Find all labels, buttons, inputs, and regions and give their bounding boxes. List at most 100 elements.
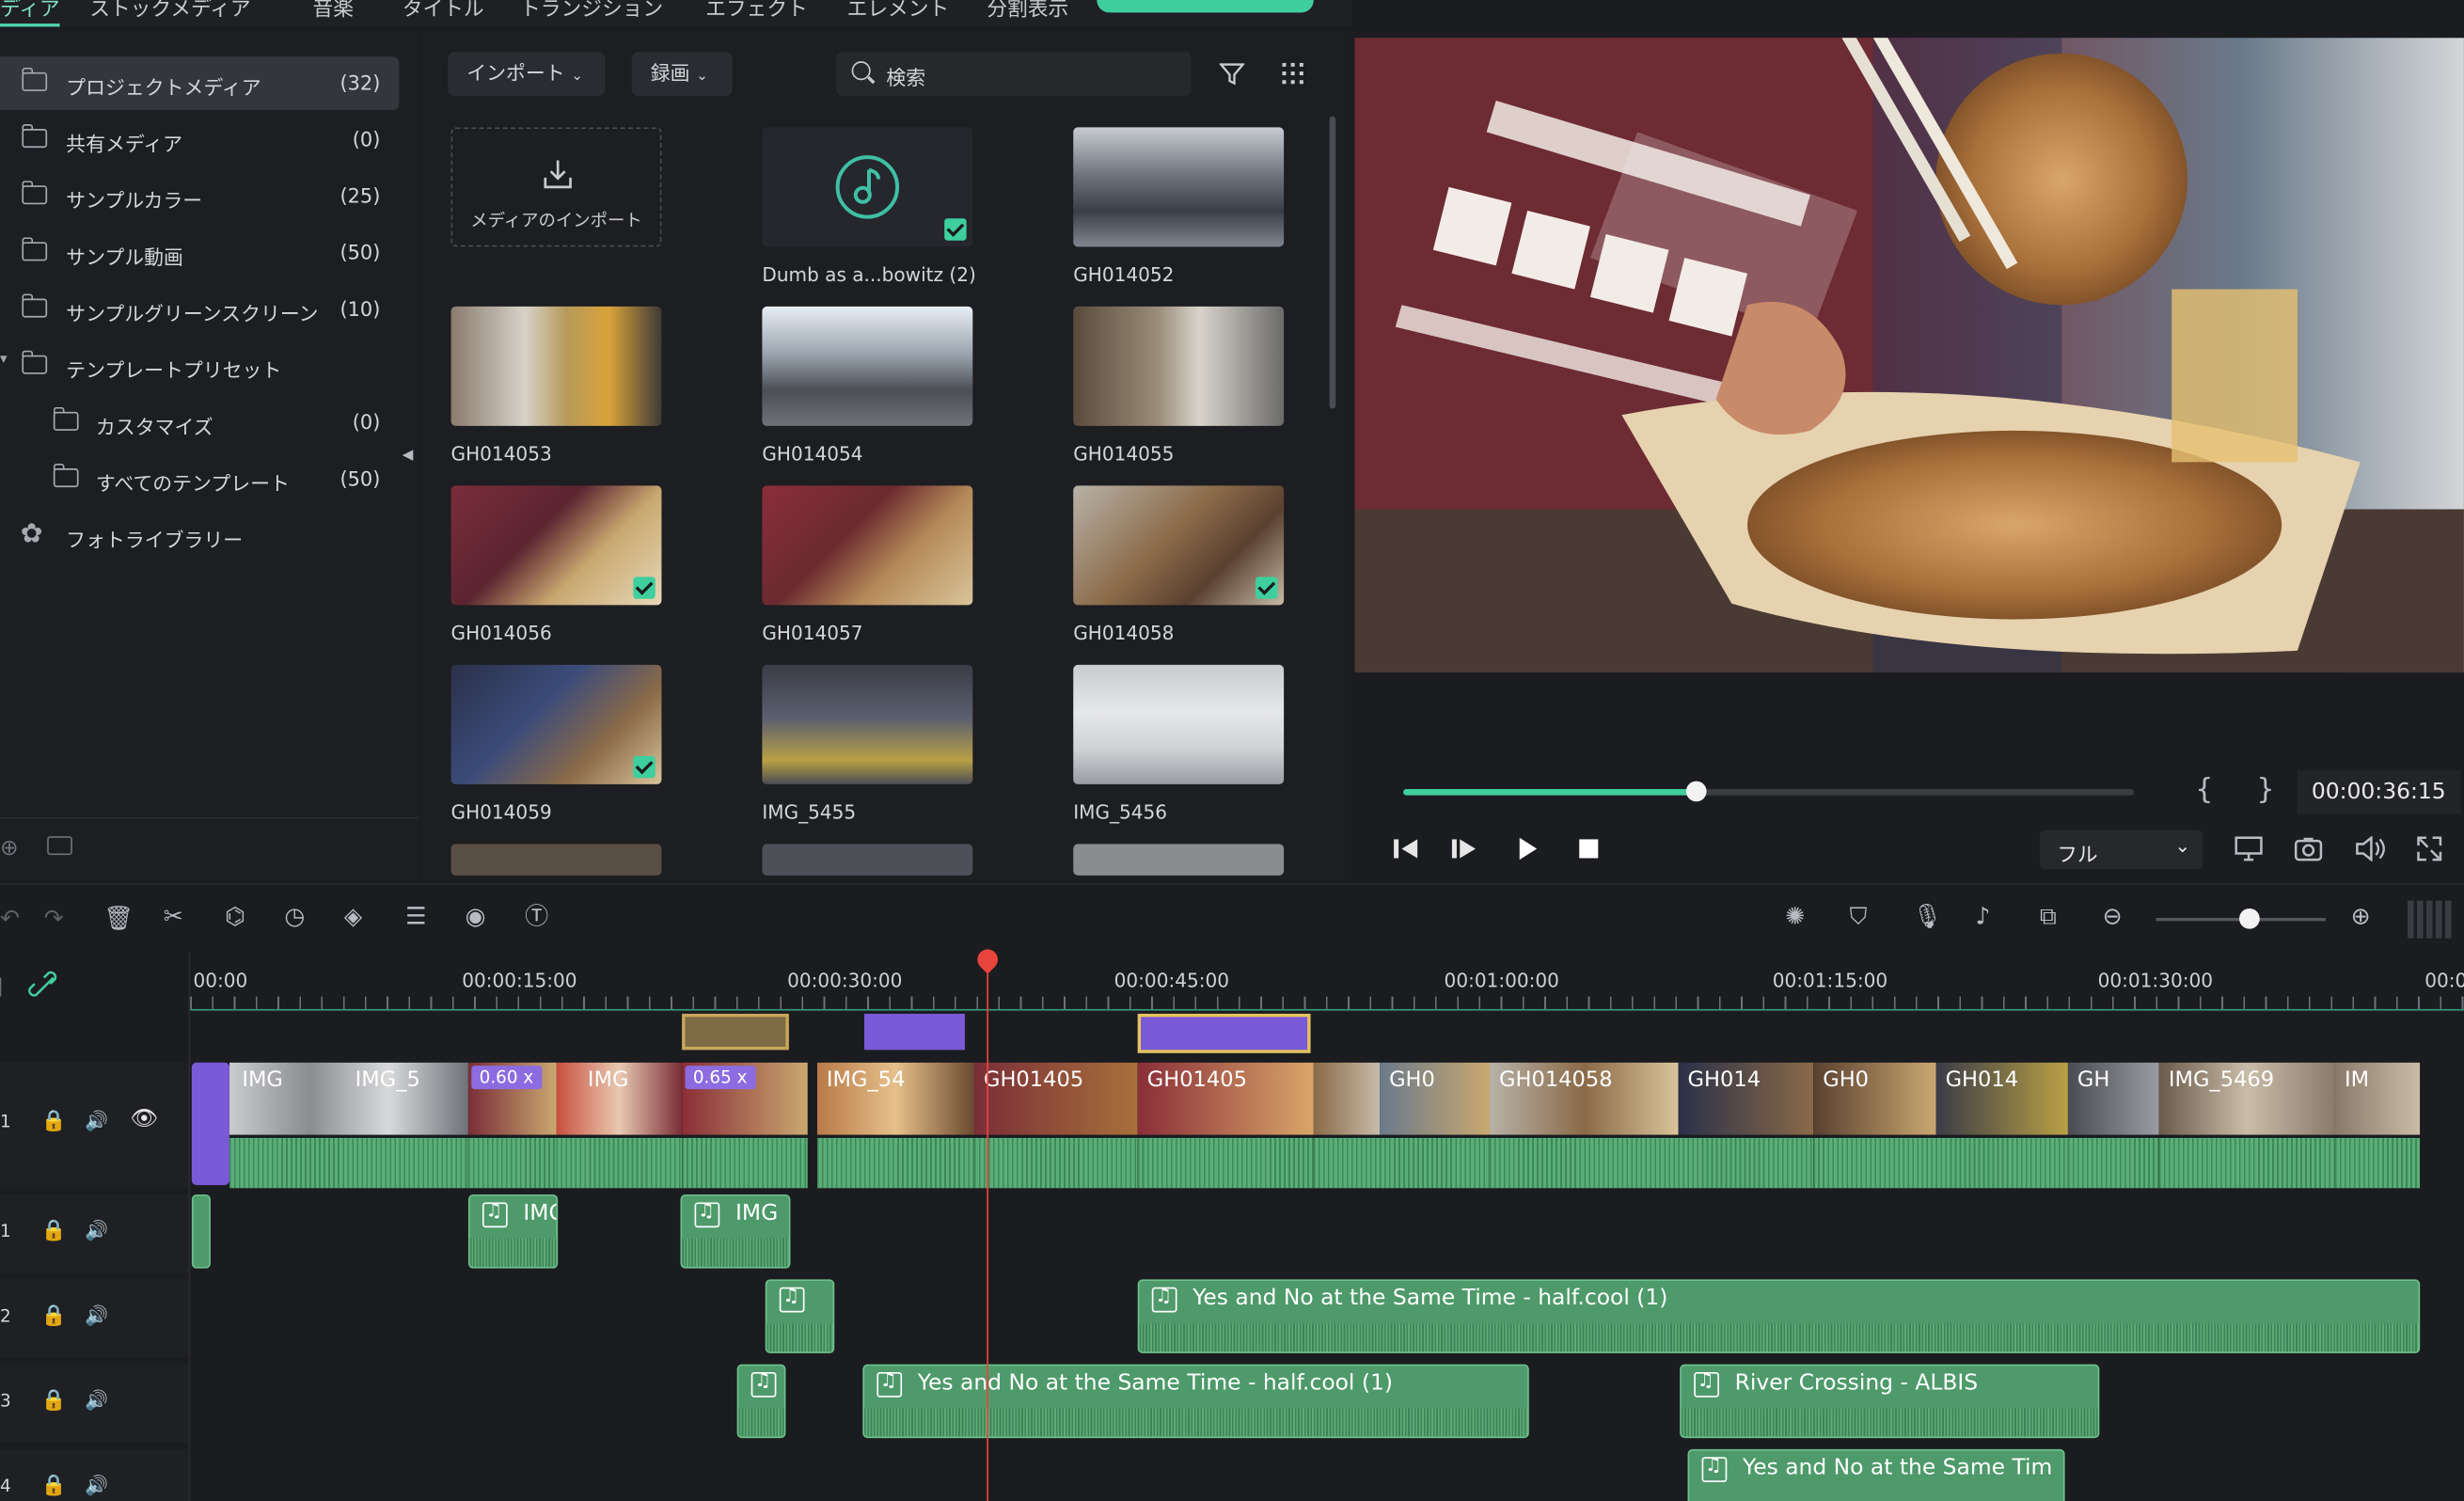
speaker-icon[interactable]: 🔊 [85,1389,108,1411]
media-thumb[interactable] [762,844,973,876]
sidebar-item-sample-video[interactable]: サンプル動画 (50) [0,227,399,280]
audio-icon[interactable]: ◉ [466,905,486,929]
sidebar-item-customize[interactable]: カスタマイズ (0) [0,396,399,450]
tag-icon[interactable]: ⌬ [225,905,245,929]
layout-icon[interactable] [2407,900,2455,939]
sidebar-item-all-templates[interactable]: すべてのテンプレート (50) [0,452,399,506]
tab-split-screen[interactable]: 分割表示 [987,0,1068,22]
audio-clip-yes-and-no[interactable]: Yes and No at the Same Time - half.cool … [862,1364,1529,1439]
video-clip[interactable]: GH0 [1813,1062,1938,1189]
tab-audio[interactable]: 音楽 [313,0,354,22]
title-clip[interactable] [863,1013,965,1051]
quality-select[interactable]: フル ⌄ [2039,830,2203,870]
volume-icon[interactable] [2354,836,2385,861]
video-clip[interactable]: GH014058 [1490,1062,1681,1189]
split-icon[interactable]: ✂ [164,905,183,929]
mark-in-button[interactable]: { [2195,773,2213,806]
sidebar-item-sample-greenscreen[interactable]: サンプルグリーンスクリーン (10) [0,283,399,337]
effect-clip[interactable] [682,1013,789,1051]
eye-icon[interactable]: 👁 [131,1107,159,1132]
speaker-icon[interactable]: 🔊 [85,1220,108,1241]
media-thumb[interactable] [450,306,662,426]
video-clip[interactable]: GH01405 [973,1062,1140,1189]
audio-clip[interactable]: IMG [680,1194,791,1269]
marker-icon[interactable]: ⛉ [1850,905,1868,929]
video-clip[interactable]: GH0 [1380,1062,1492,1189]
audio-mix-icon[interactable]: ♪ [1975,905,1990,929]
media-thumb[interactable] [450,664,662,784]
playhead[interactable] [987,961,988,1501]
zoom-slider-handle[interactable] [2239,908,2260,929]
zoom-out-icon[interactable]: ⊖ [2103,905,2123,929]
import-media-tile[interactable]: メディアのインポート [450,127,662,247]
speaker-icon[interactable]: 🔊 [85,1110,108,1131]
speaker-icon[interactable]: 🔊 [85,1475,108,1496]
video-clip[interactable]: IM [2334,1062,2422,1189]
lock-icon[interactable]: 🔒 [40,1304,66,1328]
undo-icon[interactable]: ↶ [0,906,20,930]
render-icon[interactable]: ✺ [1785,905,1805,929]
video-clip[interactable]: IMG_54 [816,1062,976,1189]
timeline-ruler[interactable]: 00:00 00:00:15:00 00:00:30:00 00:00:45:0… [0,952,2464,1016]
media-thumb[interactable] [1073,127,1285,247]
step-back-icon[interactable] [1392,836,1420,861]
search-input[interactable]: 検索 [835,52,1192,96]
media-scrollbar[interactable] [1329,116,1336,409]
media-thumb[interactable] [762,485,973,606]
audio-clip[interactable] [191,1194,211,1269]
text-to-speech-icon[interactable]: Ⓣ [525,905,548,929]
monitor-icon[interactable] [2235,836,2263,861]
microphone-icon[interactable]: 🎙 [1912,905,1942,929]
folder-outline-icon[interactable] [47,836,72,856]
collapse-sidebar-icon[interactable]: ◀ [403,448,414,464]
video-clip[interactable]: GH [2067,1062,2161,1189]
video-clip[interactable] [1313,1062,1382,1189]
tab-effects[interactable]: エフェクト [705,0,808,22]
tab-stock-media[interactable]: ストックメディア [89,0,250,22]
media-thumb[interactable] [450,844,662,876]
redo-icon[interactable]: ↷ [44,906,64,930]
audio-clip[interactable] [736,1364,786,1439]
media-thumb[interactable] [762,306,973,426]
video-clip[interactable]: 0.65 x [682,1062,810,1189]
audio-clip[interactable]: IMG [467,1194,559,1269]
playback-scrubber-track[interactable] [1403,781,2135,802]
media-thumb-audio[interactable] [762,127,973,247]
tab-titles[interactable]: タイトル [403,0,484,22]
sidebar-item-template-presets[interactable]: ▾ テンプレートプリセット [0,340,399,393]
delete-icon[interactable]: 🗑 [103,906,134,930]
snap-icon[interactable]: ⧉ [2040,905,2057,929]
grid-view-icon[interactable] [1282,62,1303,85]
link-icon[interactable] [0,962,63,1009]
media-thumb[interactable] [1073,664,1285,784]
adjust-icon[interactable]: ☰ [405,905,426,929]
mark-out-button[interactable]: } [2256,773,2274,806]
video-clip[interactable]: 0.60 x [467,1062,559,1189]
zoom-in-icon[interactable]: ⊕ [2351,905,2371,929]
audio-clip-river-crossing[interactable]: River Crossing - ALBIS [1680,1364,2100,1439]
sidebar-item-project-media[interactable]: プロジェクトメディア (32) [0,56,400,110]
snapshot-icon[interactable] [2294,836,2323,861]
keyframe-icon[interactable]: ◈ [344,905,362,929]
video-clip[interactable]: GH014 [1678,1062,1815,1189]
video-clip[interactable]: IMG_5 [342,1062,470,1189]
fullscreen-icon[interactable] [2417,836,2442,861]
expand-caret-icon[interactable]: ▾ [0,352,8,368]
video-clip[interactable]: GH01405 [1137,1062,1316,1189]
lock-icon[interactable]: 🔒 [40,1389,66,1413]
export-button[interactable] [1097,0,1314,13]
stop-icon[interactable] [1578,838,1600,860]
tab-elements[interactable]: エレメント [847,0,950,22]
play-icon[interactable] [1515,836,1540,861]
media-thumb[interactable] [450,485,662,606]
video-clip[interactable]: IMG_5469 [2158,1062,2337,1189]
video-clip[interactable]: IMG [556,1062,684,1189]
audio-clip-yes-and-no[interactable]: Yes and No at the Same Tim [1687,1448,2065,1501]
playback-scrubber-handle[interactable] [1685,781,1707,802]
tab-transitions[interactable]: トランジション [520,0,663,22]
title-clip-start[interactable] [191,1062,229,1186]
tab-media[interactable]: ディア [0,0,60,22]
title-clip-selected[interactable] [1137,1013,1311,1053]
sidebar-item-shared-media[interactable]: 共有メディア (0) [0,113,399,166]
step-forward-icon[interactable] [1450,836,1478,861]
